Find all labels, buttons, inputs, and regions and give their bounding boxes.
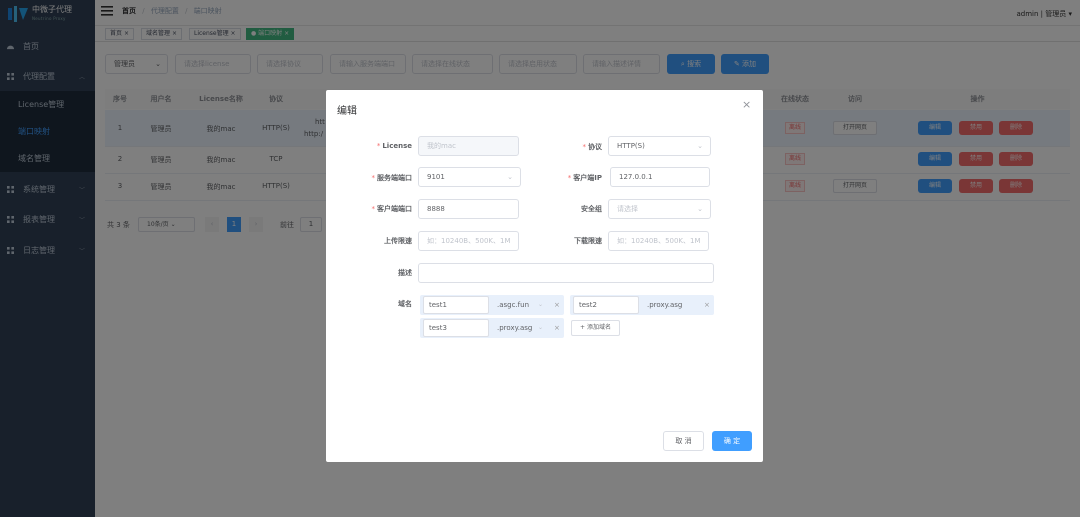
chevron-down-icon: ⌄ bbox=[538, 324, 544, 331]
required-mark: * bbox=[376, 142, 381, 150]
domain-group: test2 .proxy.asg × bbox=[570, 295, 714, 315]
server-port-select[interactable]: 9101 ⌄ bbox=[418, 167, 521, 187]
server-port-label: * 服务端端口 bbox=[346, 173, 413, 183]
edit-dialog: 编辑 × * License 我的mac * 协议 HTTP(S) ⌄ * 服务端端口 … bbox=[326, 90, 763, 462]
domain-suffix-select[interactable]: .proxy.asg bbox=[497, 318, 532, 338]
client-port-input[interactable]: 8888 bbox=[418, 199, 519, 219]
domain-group: test1 .asgc.fun ⌄ × bbox=[420, 295, 564, 315]
client-ip-label: * 客户端IP bbox=[548, 173, 602, 183]
download-limit-placeholder: 如：10240B、500K、1M bbox=[617, 237, 701, 245]
security-group-placeholder: 请选择 bbox=[617, 205, 638, 213]
protocol-label: * 协议 bbox=[548, 142, 603, 152]
upload-limit-placeholder: 如：10240B、500K、1M bbox=[427, 237, 511, 245]
required-mark: * bbox=[371, 205, 376, 213]
remove-domain-icon[interactable]: × bbox=[704, 295, 710, 315]
security-group-select[interactable]: 请选择 ⌄ bbox=[608, 199, 711, 219]
domain-label: 域名 bbox=[398, 300, 412, 308]
download-limit-input[interactable]: 如：10240B、500K、1M bbox=[608, 231, 709, 251]
description-label: 描述 bbox=[398, 269, 412, 277]
remove-domain-icon[interactable]: × bbox=[554, 295, 560, 315]
license-label-text: License bbox=[382, 142, 412, 150]
upload-limit-label: 上传限速 bbox=[384, 237, 412, 245]
license-input-value: 我的mac bbox=[427, 142, 456, 150]
protocol-label-text: 协议 bbox=[588, 143, 602, 151]
download-limit-label: 下载限速 bbox=[574, 237, 602, 245]
client-port-value: 8888 bbox=[427, 205, 445, 213]
remove-domain-icon[interactable]: × bbox=[554, 318, 560, 338]
license-label: * License bbox=[346, 142, 412, 150]
chevron-down-icon: ⌄ bbox=[538, 301, 544, 308]
protocol-select-value: HTTP(S) bbox=[617, 142, 645, 150]
domain-group: test3 .proxy.asg ⌄ × bbox=[420, 318, 564, 338]
dialog-title: 编辑 bbox=[337, 106, 357, 117]
required-mark: * bbox=[582, 143, 587, 151]
client-ip-input[interactable]: 127.0.0.1 bbox=[610, 167, 710, 187]
domain-prefix-input[interactable]: test2 bbox=[573, 296, 639, 314]
add-domain-button[interactable]: + 添加域名 bbox=[571, 320, 620, 336]
license-input: 我的mac bbox=[418, 136, 519, 156]
domain-prefix-input[interactable]: test3 bbox=[423, 319, 489, 337]
required-mark: * bbox=[567, 174, 572, 182]
domain-suffix-select[interactable]: .proxy.asg bbox=[647, 295, 682, 315]
client-ip-label-text: 客户端IP bbox=[573, 174, 602, 182]
security-group-label: 安全组 bbox=[581, 205, 602, 213]
domain-prefix-input[interactable]: test1 bbox=[423, 296, 489, 314]
client-ip-value: 127.0.0.1 bbox=[619, 173, 653, 181]
protocol-select[interactable]: HTTP(S) ⌄ bbox=[608, 136, 711, 156]
chevron-down-icon: ⌄ bbox=[507, 173, 513, 181]
close-icon[interactable]: × bbox=[742, 98, 751, 111]
required-mark: * bbox=[371, 174, 376, 182]
client-port-label: * 客户端端口 bbox=[346, 204, 413, 214]
chevron-down-icon: ⌄ bbox=[697, 142, 703, 150]
cancel-button[interactable]: 取 消 bbox=[663, 431, 704, 451]
confirm-button[interactable]: 确 定 bbox=[712, 431, 752, 451]
upload-limit-input[interactable]: 如：10240B、500K、1M bbox=[418, 231, 519, 251]
server-port-value: 9101 bbox=[427, 173, 445, 181]
domain-suffix-select[interactable]: .asgc.fun bbox=[497, 295, 529, 315]
server-port-label-text: 服务端端口 bbox=[377, 174, 412, 182]
client-port-label-text: 客户端端口 bbox=[377, 205, 412, 213]
chevron-down-icon: ⌄ bbox=[697, 205, 703, 213]
description-input[interactable] bbox=[418, 263, 714, 283]
